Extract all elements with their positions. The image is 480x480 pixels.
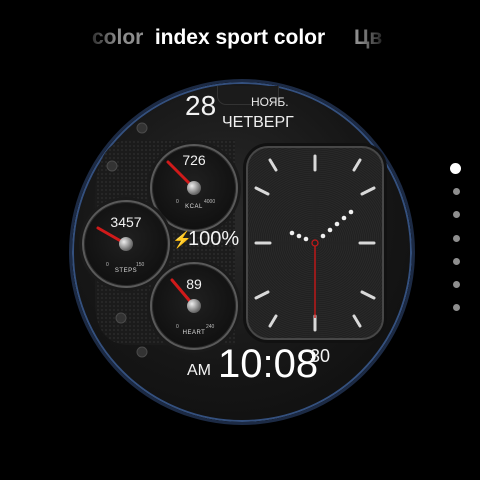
ampm-indicator: AM [187,362,211,379]
page-dot-5[interactable] [453,258,460,265]
dial-hub-icon [119,237,133,251]
dial-hub-icon [187,299,201,313]
screw-icon [115,312,127,324]
analog-square-dial [246,146,384,340]
hour-hand-icon [289,230,309,242]
screw-icon [136,122,148,134]
date-day: 28 [185,90,217,121]
analog-clock-face [254,154,376,332]
page-dot-7[interactable] [453,304,460,311]
page-dot-2[interactable] [453,188,460,195]
dial-hub-icon [187,181,201,195]
page-dot-6[interactable] [453,281,460,288]
digital-seconds: 30 [310,346,331,366]
date-month: НОЯБ. [251,95,289,109]
heart-subdial: 89 HEART 0 240 [150,262,238,350]
weekday: ЧЕТВЕРГ [222,114,294,131]
page-dot-1[interactable] [450,163,461,174]
page-dot-4[interactable] [453,235,460,242]
battery-percent: 100% [188,228,240,250]
minute-hand-icon [320,209,354,239]
screw-icon [136,346,148,358]
digital-time: 10:08 [218,342,319,386]
page-dot-3[interactable] [453,211,460,218]
watch-decoration [94,122,235,358]
screw-icon [106,160,118,172]
